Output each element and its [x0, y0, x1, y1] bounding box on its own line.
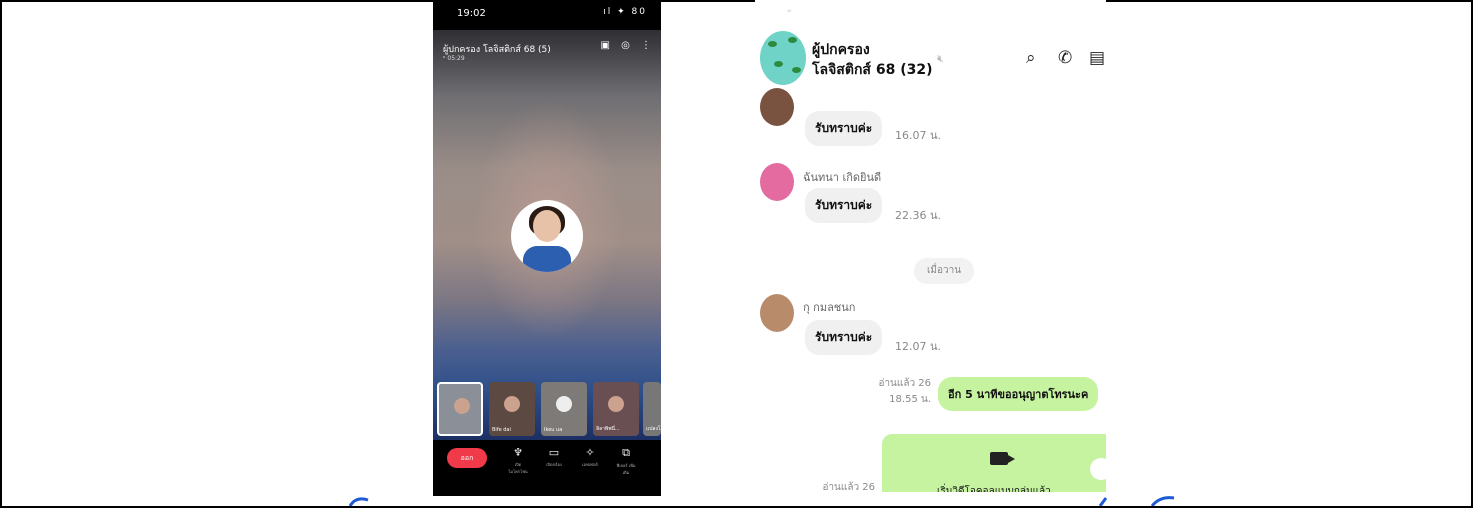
- status-icons: ıl ✦ 80: [603, 7, 647, 17]
- video-read-receipt: อ่านแล้ว 26: [822, 482, 875, 492]
- video-camera-icon: [990, 452, 1015, 465]
- participant-thumb[interactable]: [437, 382, 483, 436]
- effects-label: เอฟเฟกต์: [582, 462, 598, 467]
- video-call-message[interactable]: เริ่มวิดีโอคอลแบบกลุ่มแล้ว: [882, 434, 1106, 492]
- participant-thumb[interactable]: ลิลาพิพนี่...: [593, 382, 639, 436]
- call-duration: ᵒ 05:29: [443, 55, 465, 62]
- call-title: ผู้ปกครอง โลจิสติกส์ 68 (5): [443, 45, 551, 55]
- participant-avatar: [504, 396, 520, 412]
- message-bubble[interactable]: รับทราบค่ะ: [805, 111, 883, 146]
- my-message-bubble[interactable]: อีก 5 นาทีขออนุญาตโทรนะค: [938, 377, 1099, 411]
- camera-label: เปิดกล้อง: [546, 462, 562, 467]
- search-icon[interactable]: ⌕: [1026, 48, 1036, 68]
- participant-name: ลิลาพิพนี่...: [596, 426, 620, 432]
- call-tools: ▣ ◎ ⋮: [592, 40, 651, 51]
- status-time: 19:02: [457, 8, 486, 19]
- message-time: 16.07 น.: [895, 129, 942, 142]
- picture-in-picture-icon[interactable]: ▣: [600, 40, 609, 51]
- screenshot-frame: [0, 0, 1473, 508]
- my-message-time: 18.55 น.: [889, 394, 931, 405]
- camera-switch-icon[interactable]: ◎: [621, 40, 630, 51]
- camera-button[interactable]: ▭ เปิดกล้อง: [543, 446, 565, 468]
- mic-icon: ♆: [513, 446, 523, 459]
- participant-thumb[interactable]: Bife dai: [489, 382, 535, 436]
- group-name-line1: ผู้ปกครอง: [812, 42, 870, 58]
- sender-name: ฉันทนา เกิดยินดี: [803, 171, 882, 184]
- more-features-label: ฟีเจอร์ เพิ่มเติม: [616, 463, 636, 475]
- mute-icon: 🔇︎: [937, 52, 944, 65]
- chevron-down-icon: ⌄: [785, 4, 794, 15]
- participant-thumb[interactable]: แปลงโฉ: [643, 382, 661, 436]
- video-call-area: ผู้ปกครอง โลจิสติกส์ 68 (5) ᵒ 05:29 ▣ ◎ …: [433, 30, 661, 440]
- group-name[interactable]: ผู้ปกครอง โลจิสติกส์ 68 (32): [812, 40, 932, 80]
- effects-button[interactable]: ✧ เอฟเฟกต์: [579, 446, 601, 468]
- phone-icon[interactable]: ✆: [1058, 48, 1072, 68]
- mic-button[interactable]: ♆ เปิด ไมโครโฟน: [507, 446, 529, 475]
- phone-call-screen: 19:02 ıl ✦ 80 ผู้ปกครอง โลจิสติกส์ 68 (5…: [433, 0, 661, 496]
- date-separator: เมื่อวาน: [914, 258, 974, 284]
- notes-icon[interactable]: ▤: [1089, 48, 1105, 68]
- message-bubble[interactable]: รับทราบค่ะ: [805, 320, 883, 355]
- participant-avatar: [556, 396, 572, 412]
- speaker-avatar: [511, 200, 583, 272]
- chat-window: ⌄ ผู้ปกครอง โลจิสติกส์ 68 (32) 🔇︎ ⌕ ✆ ▤ …: [755, 0, 1106, 492]
- sender-avatar[interactable]: [760, 88, 794, 126]
- participant-avatar: [608, 396, 624, 412]
- participant-name: Ikeu ua: [544, 427, 563, 433]
- mic-label: เปิด ไมโครโฟน: [508, 462, 528, 474]
- more-icon[interactable]: ⋮: [641, 40, 651, 51]
- message-time: 12.07 น.: [895, 340, 942, 353]
- participant-thumb[interactable]: Ikeu ua: [541, 382, 587, 436]
- status-bar: 19:02 ıl ✦ 80: [433, 0, 661, 30]
- group-name-line2: โลจิสติกส์ 68 (32): [812, 62, 933, 78]
- group-avatar[interactable]: [760, 31, 806, 85]
- participant-name: Bife dai: [492, 427, 511, 433]
- more-features-button[interactable]: ⧉ ฟีเจอร์ เพิ่มเติม: [615, 446, 637, 476]
- participant-name: แปลงโฉ: [646, 426, 661, 432]
- avatar-shirt: [523, 246, 571, 272]
- join-call-button[interactable]: [1090, 458, 1106, 480]
- message-bubble[interactable]: รับทราบค่ะ: [805, 188, 883, 223]
- read-count: อ่านแล้ว 26: [878, 378, 931, 389]
- sender-name: กุ กมลชนก: [803, 301, 856, 314]
- video-call-text: เริ่มวิดีโอคอลแบบกลุ่มแล้ว: [937, 486, 1051, 492]
- sender-avatar[interactable]: [760, 294, 794, 332]
- avatar-face: [533, 210, 561, 242]
- effects-icon: ✧: [585, 446, 595, 459]
- participant-avatar: [454, 398, 470, 414]
- leave-call-button[interactable]: ออก: [447, 448, 487, 468]
- message-time: 22.36 น.: [895, 209, 942, 222]
- decorative-strokes: [348, 496, 1175, 506]
- read-receipt: อ่านแล้ว 26 18.55 น.: [855, 376, 931, 408]
- share-icon: ⧉: [622, 446, 630, 459]
- camera-icon: ▭: [548, 446, 560, 459]
- participant-thumbnails: Bife dai Ikeu ua ลิลาพิพนี่... แปลงโฉ: [437, 382, 661, 436]
- sender-avatar[interactable]: [760, 163, 794, 201]
- call-control-bar: ออก ♆ เปิด ไมโครโฟน ▭ เปิดกล้อง ✧ เอฟเฟก…: [433, 440, 661, 496]
